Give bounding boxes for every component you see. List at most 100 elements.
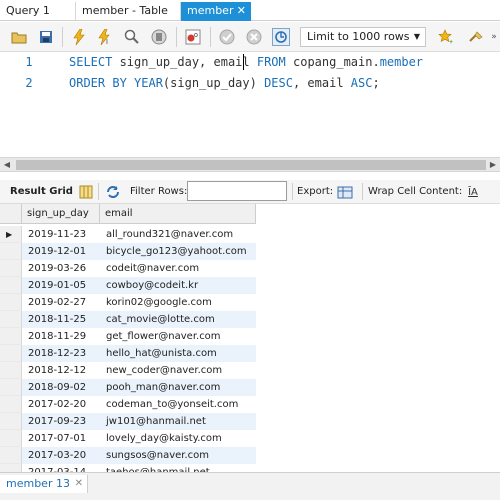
execute-icon[interactable] [70,28,88,46]
table-row[interactable]: 2019-12-01 bicycle_go123@yahoot.com [0,243,256,260]
export-icon[interactable] [336,183,354,201]
table-row[interactable]: 2018-11-29 get_flower@naver.com [0,328,256,345]
table-row[interactable]: 2017-03-14taehos@hanmail.net [0,464,256,472]
table-row[interactable]: 2017-07-01 lovely_day@kaisty.com [0,430,256,447]
close-tab-icon[interactable]: ✕ [237,2,246,20]
close-tab-icon[interactable]: ✕ [75,475,83,493]
cell-sign-up-day[interactable]: 2017-03-20 [22,447,100,464]
row-indicator[interactable] [0,379,22,396]
cell-email[interactable]: jw101@hanmail.net [100,413,256,430]
column-header-sign-up-day[interactable]: sign_up_day [22,204,100,224]
punctuation: ; [372,76,380,90]
cell-sign-up-day[interactable]: 2018-12-12 [22,362,100,379]
cell-sign-up-day[interactable]: 2019-01-05 [22,277,100,294]
scroll-left-icon[interactable]: ◀ [0,158,14,171]
row-indicator[interactable] [0,430,22,447]
scrollbar-thumb[interactable] [16,160,486,170]
beautify-star-icon[interactable]: + [437,28,455,46]
sql-editor[interactable]: 1 SELECT sign_up_day, email FROM copang_… [0,52,500,157]
column-header-email[interactable]: email [100,204,256,224]
row-indicator[interactable] [0,277,22,294]
table-row[interactable]: 2018-12-23 hello_hat@unista.com [0,345,256,362]
cell-email[interactable]: all_round321@naver.com [100,226,256,243]
svg-text:I: I [106,39,108,45]
tab-member-table[interactable]: member - Table [76,2,181,21]
cell-email[interactable]: sungsos@naver.com [100,447,256,464]
row-indicator[interactable] [0,294,22,311]
cell-sign-up-day[interactable]: 2019-02-27 [22,294,100,311]
cell-sign-up-day[interactable]: 2017-07-01 [22,430,100,447]
cell-email[interactable]: lovely_day@kaisty.com [100,430,256,447]
broom-icon[interactable] [467,28,485,46]
cell-email[interactable]: cowboy@codeit.kr [100,277,256,294]
cell-sign-up-day[interactable]: 2019-12-01 [22,243,100,260]
identifier: (sign_up_day) [162,76,265,90]
row-indicator[interactable] [0,447,22,464]
stop-icon[interactable] [150,28,168,46]
cell-sign-up-day[interactable]: 2018-11-25 [22,311,100,328]
cell-sign-up-day[interactable]: 2017-03-14 [22,464,100,472]
row-indicator[interactable] [0,464,22,472]
table-row[interactable]: 2017-03-20 sungsos@naver.com [0,447,256,464]
explain-icon[interactable] [123,28,141,46]
table-row[interactable]: 2019-03-26 codeit@naver.com [0,260,256,277]
commit-icon[interactable] [218,28,236,46]
cell-sign-up-day[interactable]: 2019-03-26 [22,260,100,277]
autocommit-toggle-icon[interactable] [272,28,290,46]
row-indicator[interactable] [0,413,22,430]
cell-email[interactable]: cat_movie@lotte.com [100,311,256,328]
editor-horizontal-scrollbar[interactable]: ◀ ▶ [0,157,500,172]
cell-email[interactable]: codeman_to@yonseit.com [100,396,256,413]
row-indicator[interactable] [0,345,22,362]
cell-email[interactable]: hello_hat@unista.com [100,345,256,362]
cell-email[interactable]: pooh_man@naver.com [100,379,256,396]
cell-email[interactable]: taehos@hanmail.net [100,464,256,472]
tab-query-1[interactable]: Query 1 [0,2,76,21]
result-grid-label[interactable]: Result Grid [10,185,73,199]
cell-sign-up-day[interactable]: 2018-11-29 [22,328,100,345]
toolbar-overflow-icon[interactable]: » [488,28,500,46]
open-folder-icon[interactable] [10,28,28,46]
cell-sign-up-day[interactable]: 2018-09-02 [22,379,100,396]
table-row[interactable]: 2019-02-27 korin02@google.com [0,294,256,311]
cell-email[interactable]: bicycle_go123@yahoot.com [100,243,256,260]
cell-sign-up-day[interactable]: 2017-02-20 [22,396,100,413]
filter-rows-input[interactable] [187,181,287,201]
cell-email[interactable]: codeit@naver.com [100,260,256,277]
row-indicator[interactable] [0,260,22,277]
cell-email[interactable]: korin02@google.com [100,294,256,311]
table-row[interactable]: ▶ 2019-11-23 all_round321@naver.com [0,226,256,243]
grid-header: sign_up_day email [0,204,256,224]
table-row[interactable]: 2018-12-12 new_coder@naver.com [0,362,256,379]
result-tab-member-13[interactable]: member 13 ✕ [0,475,88,493]
save-icon[interactable] [37,28,55,46]
grid-view-icon[interactable] [77,183,95,201]
row-indicator[interactable] [0,243,22,260]
row-indicator[interactable] [0,362,22,379]
cell-email[interactable]: new_coder@naver.com [100,362,256,379]
current-row-indicator-icon[interactable]: ▶ [0,226,22,243]
wrap-text-icon[interactable]: ĪA [464,183,482,201]
cell-sign-up-day[interactable]: 2017-09-23 [22,413,100,430]
row-indicator[interactable] [0,396,22,413]
rollback-icon[interactable] [245,28,263,46]
row-indicator[interactable] [0,328,22,345]
limit-rows-select[interactable]: Limit to 1000 rows ▼ [300,27,426,47]
stop-on-error-icon[interactable]: o [184,28,202,46]
toolbar-separator [98,183,99,200]
row-indicator[interactable] [0,311,22,328]
cell-sign-up-day[interactable]: 2019-11-23 [22,226,100,243]
identifier: copang_main. [285,55,380,69]
table-row[interactable]: 2019-01-05 cowboy@codeit.kr [0,277,256,294]
refresh-icon[interactable] [104,183,122,201]
execute-current-icon[interactable]: I [96,28,114,46]
identifier: , email [292,76,351,90]
table-row[interactable]: 2017-02-20 codeman_to@yonseit.com [0,396,256,413]
scroll-right-icon[interactable]: ▶ [486,158,500,171]
table-row[interactable]: 2018-09-02 pooh_man@naver.com [0,379,256,396]
cell-email[interactable]: get_flower@naver.com [100,328,256,345]
table-row[interactable]: 2018-11-25 cat_movie@lotte.com [0,311,256,328]
cell-sign-up-day[interactable]: 2018-12-23 [22,345,100,362]
tab-member[interactable]: member ✕ [181,2,251,21]
table-row[interactable]: 2017-09-23 jw101@hanmail.net [0,413,256,430]
